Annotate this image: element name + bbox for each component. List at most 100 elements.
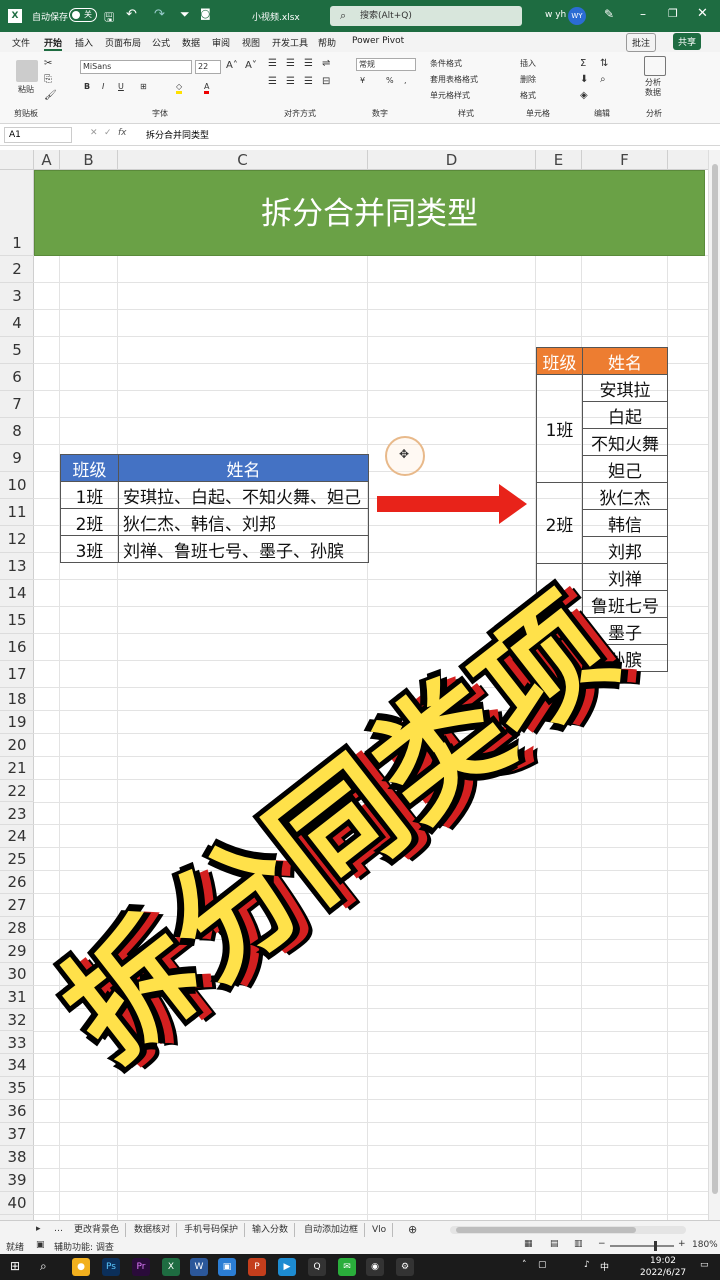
page-break-view-icon[interactable]: ▥: [574, 1239, 583, 1249]
align-left-icon[interactable]: ☰: [268, 76, 277, 87]
search-box[interactable]: ⌕ 搜索(Alt+Q): [330, 6, 522, 26]
row-header[interactable]: 22: [0, 780, 34, 803]
tray-chevron-icon[interactable]: ˄: [522, 1260, 527, 1270]
excel-taskbar-icon[interactable]: X: [162, 1258, 180, 1276]
paste-icon[interactable]: [16, 60, 38, 82]
row-header[interactable]: 13: [0, 553, 34, 580]
row-header[interactable]: 38: [0, 1146, 34, 1169]
fill-icon[interactable]: ⬇: [580, 74, 588, 85]
row-header[interactable]: 15: [0, 607, 34, 634]
italic-icon[interactable]: I: [102, 82, 104, 91]
name-box[interactable]: A1: [4, 127, 72, 143]
row-header[interactable]: 25: [0, 848, 34, 872]
cell-style-button[interactable]: 单元格样式: [430, 90, 470, 101]
row-header[interactable]: 26: [0, 871, 34, 895]
title-banner-cell[interactable]: 拆分合并同类型: [34, 170, 705, 256]
filter-icon[interactable]: ⏷: [180, 7, 190, 22]
row-header[interactable]: 3: [0, 283, 34, 310]
row-header[interactable]: 8: [0, 418, 34, 445]
tray-app-icon[interactable]: ▢: [538, 1260, 547, 1270]
sheet-tab[interactable]: 手机号码保护: [178, 1223, 246, 1237]
number-format-select[interactable]: 常规: [356, 58, 416, 71]
row-header[interactable]: 19: [0, 711, 34, 734]
row-header[interactable]: 1: [0, 170, 34, 256]
fill-color-icon[interactable]: ◇: [176, 82, 183, 94]
name-cell[interactable]: 白起: [582, 401, 668, 429]
paste-label[interactable]: 粘贴: [18, 84, 34, 95]
name-cell[interactable]: 刘邦: [582, 536, 668, 564]
share-button[interactable]: 共享: [673, 33, 702, 50]
menu-data[interactable]: 数据: [182, 36, 200, 49]
autosum-icon[interactable]: Σ: [580, 58, 586, 69]
underline-icon[interactable]: U: [118, 82, 124, 91]
add-sheet-icon[interactable]: ⊕: [408, 1223, 417, 1236]
align-bottom-icon[interactable]: ☰: [304, 58, 313, 69]
names-cell[interactable]: 狄仁杰、韩信、刘邦: [118, 508, 369, 536]
row-header[interactable]: 28: [0, 917, 34, 940]
name-cell[interactable]: 墨子: [582, 617, 668, 645]
row-header[interactable]: 20: [0, 734, 34, 757]
row-header[interactable]: 34: [0, 1054, 34, 1078]
browser-icon[interactable]: Q: [308, 1258, 326, 1276]
vertical-scrollbar[interactable]: [708, 150, 720, 1220]
comma-icon[interactable]: ,: [404, 76, 407, 85]
minimize-icon[interactable]: –: [640, 7, 646, 21]
name-cell[interactable]: 狄仁杰: [582, 482, 668, 510]
menu-view[interactable]: 视图: [242, 36, 260, 49]
font-size-select[interactable]: 22: [195, 60, 221, 74]
powerpoint-icon[interactable]: P: [248, 1258, 266, 1276]
menu-insert[interactable]: 插入: [75, 36, 93, 49]
align-center-icon[interactable]: ☰: [286, 76, 295, 87]
merged-class-cell[interactable]: 3班: [536, 563, 583, 672]
row-header[interactable]: 40: [0, 1192, 34, 1215]
row-header[interactable]: 30: [0, 963, 34, 986]
table-format-button[interactable]: 套用表格格式: [430, 74, 478, 85]
analyze-data-icon[interactable]: [644, 56, 666, 76]
vertical-scroll-thumb[interactable]: [712, 164, 718, 1194]
merge-center-icon[interactable]: ⊟: [322, 76, 330, 87]
wrap-text-icon[interactable]: ⇌: [322, 58, 330, 69]
row-header[interactable]: 18: [0, 688, 34, 711]
column-header[interactable]: A: [34, 150, 60, 170]
row-header[interactable]: 11: [0, 499, 34, 526]
sheet-tab[interactable]: 更改背景色: [68, 1223, 127, 1237]
zoom-slider-thumb[interactable]: [654, 1241, 657, 1251]
select-all-corner[interactable]: [0, 150, 34, 170]
row-header[interactable]: 36: [0, 1100, 34, 1124]
row-header[interactable]: 7: [0, 391, 34, 418]
header-name-cell[interactable]: 姓名: [118, 454, 369, 482]
page-layout-view-icon[interactable]: ▤: [550, 1239, 559, 1249]
menu-formulas[interactable]: 公式: [152, 36, 170, 49]
conditional-format-button[interactable]: 条件格式: [430, 58, 462, 69]
name-cell[interactable]: 妲己: [582, 455, 668, 483]
row-header[interactable]: 5: [0, 337, 34, 364]
row-header[interactable]: 27: [0, 894, 34, 917]
autosave-toggle[interactable]: 关: [69, 8, 97, 22]
percent-icon[interactable]: %: [386, 76, 394, 85]
sheet-tab[interactable]: 自动添加边框: [298, 1223, 366, 1237]
bold-icon[interactable]: B: [84, 82, 90, 91]
chrome-icon[interactable]: ●: [72, 1258, 90, 1276]
enter-icon[interactable]: ✓: [104, 128, 112, 138]
restore-icon[interactable]: ❐: [668, 7, 678, 20]
cut-icon[interactable]: ✂: [44, 58, 52, 69]
redo-icon[interactable]: ↷: [154, 7, 165, 22]
header-class-cell[interactable]: 班级: [536, 347, 583, 375]
sort-filter-icon[interactable]: ⇅: [600, 58, 608, 69]
grow-font-icon[interactable]: A˄: [226, 60, 238, 71]
row-header[interactable]: 14: [0, 580, 34, 607]
formula-input[interactable]: 拆分合并同类型: [146, 128, 209, 141]
menu-file[interactable]: 文件: [12, 36, 30, 49]
column-header[interactable]: C: [118, 150, 368, 170]
row-header[interactable]: 2: [0, 256, 34, 283]
class-cell[interactable]: 1班: [60, 481, 119, 509]
name-cell[interactable]: 韩信: [582, 509, 668, 537]
column-header[interactable]: B: [60, 150, 118, 170]
font-name-select[interactable]: MiSans: [80, 60, 192, 74]
border-icon[interactable]: ⊞: [140, 82, 147, 91]
word-icon[interactable]: W: [190, 1258, 208, 1276]
photoshop-icon[interactable]: Ps: [102, 1258, 120, 1276]
scroll-tabs-icon[interactable]: ▸: [36, 1224, 41, 1234]
row-header[interactable]: 35: [0, 1077, 34, 1101]
menu-review[interactable]: 审阅: [212, 36, 230, 49]
